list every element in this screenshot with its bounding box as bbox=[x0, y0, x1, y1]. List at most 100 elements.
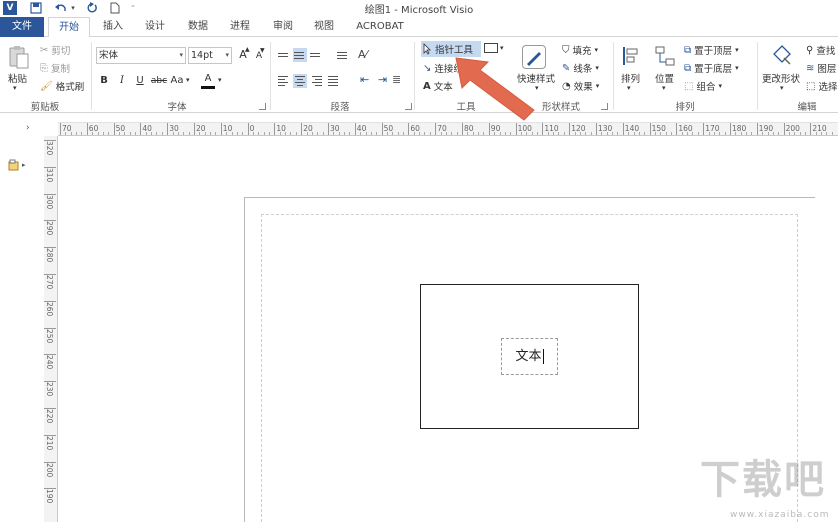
send-to-back-button[interactable]: ⧉ 置于底层 ▾ bbox=[684, 60, 739, 76]
font-size-combo[interactable]: 14pt ▾ bbox=[188, 47, 232, 64]
position-button[interactable]: 位置 bbox=[655, 71, 674, 85]
tab-home[interactable]: 开始 bbox=[48, 17, 90, 38]
increase-indent-icon[interactable]: ⇥ bbox=[378, 73, 387, 86]
chevron-down-icon[interactable]: ▾ bbox=[662, 84, 666, 92]
change-shape-icon[interactable] bbox=[770, 44, 794, 68]
bold-button[interactable]: B bbox=[97, 74, 111, 88]
paste-icon[interactable] bbox=[8, 44, 32, 70]
layers-button[interactable]: ≋ 图层 bbox=[806, 60, 836, 76]
chevron-down-icon[interactable]: ▾ bbox=[627, 84, 631, 92]
layers-label: 图层 bbox=[817, 64, 837, 75]
position-icon[interactable] bbox=[654, 45, 676, 67]
align-bottom-icon[interactable] bbox=[309, 48, 323, 62]
fill-button[interactable]: ⛉ 填充 ▾ bbox=[562, 42, 598, 58]
tab-view[interactable]: 视图 bbox=[307, 17, 341, 37]
quick-styles-button[interactable]: 快速样式 bbox=[517, 71, 555, 85]
tab-review[interactable]: 审阅 bbox=[266, 17, 300, 37]
font-size-value: 14pt bbox=[191, 50, 213, 61]
strikethrough-button[interactable]: abc bbox=[150, 74, 168, 88]
change-shape-button[interactable]: 更改形状 bbox=[762, 71, 800, 85]
shape-text-edit-box[interactable]: 文本 bbox=[501, 338, 558, 375]
select-label: 选择 bbox=[818, 82, 838, 93]
caret-up-icon: ▲ bbox=[245, 46, 250, 53]
vertical-ruler[interactable]: 320 310 300 290 280 270 260 250 240 230 220 210 200 1… bbox=[44, 136, 58, 522]
tab-design[interactable]: 设计 bbox=[138, 17, 172, 37]
align-left-icon[interactable] bbox=[277, 74, 291, 88]
shapes-pane-toggle[interactable]: ▸ bbox=[8, 158, 30, 172]
ruler-minor-tick bbox=[151, 132, 153, 135]
ruler-minor-tick bbox=[708, 132, 710, 135]
ruler-tick bbox=[542, 123, 544, 135]
tab-insert[interactable]: 插入 bbox=[96, 17, 130, 37]
line-button[interactable]: ✎ 线条 ▾ bbox=[562, 60, 599, 76]
font-name-combo[interactable]: 宋体 ▾ bbox=[96, 47, 186, 64]
tab-data[interactable]: 数据 bbox=[181, 17, 215, 37]
bring-to-front-button[interactable]: ⧉ 置于顶层 ▾ bbox=[684, 42, 739, 58]
font-color-button[interactable]: A bbox=[201, 72, 215, 86]
align-top-icon[interactable] bbox=[277, 48, 291, 62]
ruler-minor-tick bbox=[751, 132, 753, 135]
chevron-down-icon[interactable]: ▾ bbox=[500, 44, 504, 52]
ruler-minor-tick bbox=[269, 132, 271, 135]
quick-styles-icon[interactable] bbox=[522, 45, 546, 69]
cut-label: 剪切 bbox=[51, 46, 71, 57]
ruler-minor-tick bbox=[805, 132, 807, 135]
ruler-tick-label: 270 bbox=[45, 275, 54, 290]
ruler-minor-tick bbox=[290, 132, 292, 135]
underline-button[interactable]: U bbox=[133, 74, 147, 88]
ruler-minor-tick bbox=[504, 132, 506, 135]
font-dialog-launcher-icon[interactable] bbox=[259, 103, 266, 110]
align-middle-icon[interactable] bbox=[293, 48, 307, 62]
ruler-minor-tick bbox=[821, 132, 823, 135]
tab-acrobat[interactable]: ACROBAT bbox=[350, 17, 410, 37]
ruler-minor-tick bbox=[226, 132, 228, 135]
cut-button[interactable]: ✂ 剪切 bbox=[40, 42, 70, 58]
ruler-minor-tick bbox=[660, 132, 662, 135]
ruler-minor-tick bbox=[231, 132, 233, 135]
select-button[interactable]: ⬚ 选择 bbox=[806, 78, 837, 94]
ruler-minor-tick bbox=[494, 132, 496, 135]
chevron-down-icon[interactable]: ▾ bbox=[780, 84, 784, 92]
text-direction-icon[interactable]: A⁄ bbox=[358, 48, 367, 61]
format-painter-button[interactable]: 🖌 格式刷 bbox=[40, 78, 84, 94]
paste-dropdown-icon[interactable]: ▾ bbox=[13, 84, 17, 92]
ruler-minor-tick bbox=[118, 132, 120, 135]
ruler-minor-tick bbox=[606, 132, 608, 135]
arrange-icon[interactable] bbox=[621, 45, 641, 67]
justify-icon[interactable] bbox=[327, 74, 341, 88]
ruler-tick bbox=[488, 123, 490, 135]
bring-front-label: 置于顶层 bbox=[694, 46, 733, 57]
find-button[interactable]: ⚲ 查找 bbox=[806, 42, 835, 58]
ruler-tick-label: 200 bbox=[45, 462, 54, 477]
ruler-tick-label: 260 bbox=[45, 301, 54, 317]
horizontal-ruler[interactable]: 70 60 50 40 30 20 10 0 10 20 30 40 50 60 70 80 90 100 110 1… bbox=[58, 122, 838, 136]
paragraph-options-icon[interactable]: ≣ bbox=[392, 73, 401, 86]
ruler-tick bbox=[44, 461, 56, 463]
arrange-button[interactable]: 排列 bbox=[621, 71, 640, 85]
paste-button[interactable]: 粘贴 bbox=[8, 71, 27, 85]
tab-file[interactable]: 文件 bbox=[0, 17, 44, 37]
ruler-minor-tick bbox=[322, 132, 324, 135]
chevron-down-icon[interactable]: ▾ bbox=[535, 84, 539, 92]
shape-styles-dialog-launcher-icon[interactable] bbox=[601, 103, 608, 110]
font-name-value: 宋体 bbox=[99, 50, 119, 61]
change-case-button[interactable]: Aa bbox=[169, 74, 185, 88]
copy-button[interactable]: ⎘ 复制 bbox=[40, 60, 70, 76]
italic-button[interactable]: I bbox=[115, 74, 129, 88]
expand-pane-chevron-icon[interactable]: › bbox=[26, 123, 30, 133]
ruler-minor-tick bbox=[553, 132, 555, 135]
group-button[interactable]: ⬚ 组合 ▾ bbox=[684, 78, 722, 94]
decrease-indent-icon[interactable]: ⇤ bbox=[360, 73, 369, 86]
ruler-minor-tick bbox=[102, 132, 104, 135]
effects-button[interactable]: ◔ 效果 ▾ bbox=[562, 78, 599, 94]
bullets-icon[interactable] bbox=[336, 48, 350, 62]
group-label-shape-styles: 形状样式 bbox=[541, 102, 580, 113]
align-center-icon[interactable] bbox=[293, 74, 307, 88]
tab-process[interactable]: 进程 bbox=[223, 17, 257, 37]
ruler-tick bbox=[622, 123, 624, 135]
ruler-minor-tick bbox=[681, 132, 683, 135]
align-right-icon[interactable] bbox=[309, 74, 323, 88]
chevron-down-icon: ▾ bbox=[179, 51, 183, 59]
ruler-tick bbox=[44, 247, 56, 249]
paragraph-dialog-launcher-icon[interactable] bbox=[405, 103, 412, 110]
